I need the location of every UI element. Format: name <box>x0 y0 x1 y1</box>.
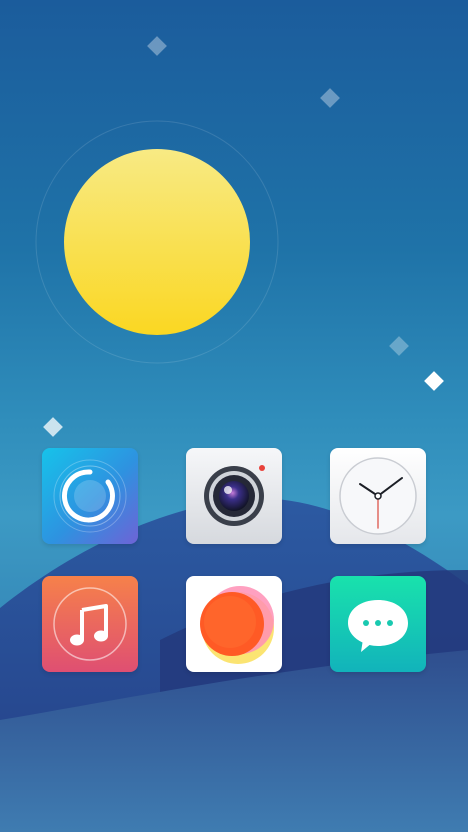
message-bubble-icon <box>330 576 426 672</box>
photos-circle-icon <box>186 576 282 672</box>
music-note-icon <box>42 576 138 672</box>
app-icon-3[interactable]: app-3 <box>330 448 426 544</box>
wallpaper <box>0 36 468 832</box>
app-icon-5[interactable]: app-5 <box>186 576 282 672</box>
browser-ring-icon <box>42 448 138 544</box>
sparkle-diamond <box>424 371 444 391</box>
sparkle-diamond <box>147 36 167 56</box>
app-icon-6[interactable]: app-6 <box>330 576 426 672</box>
home-screen: app-1 app-2 <box>0 0 468 832</box>
camera-icon <box>186 448 282 544</box>
app-icon-1[interactable]: app-1 <box>42 448 138 544</box>
sparkle-diamond <box>43 417 63 437</box>
sparkle-diamond <box>389 336 409 356</box>
app-icon-2[interactable]: app-2 <box>186 448 282 544</box>
app-icon-4[interactable]: app-4 <box>42 576 138 672</box>
clock-icon <box>330 448 426 544</box>
sparkle-diamond <box>320 88 340 108</box>
sun <box>64 149 250 335</box>
